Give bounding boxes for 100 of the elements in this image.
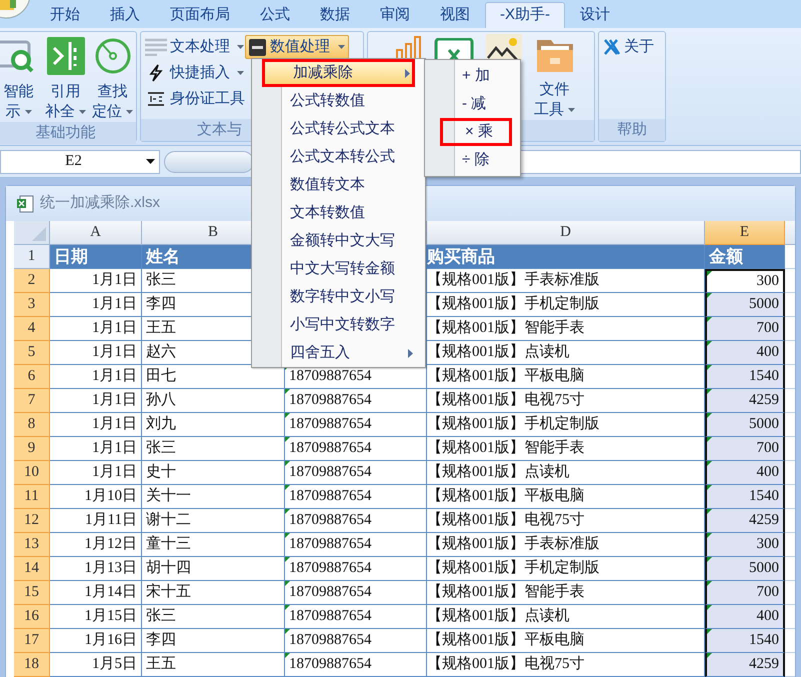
menu-item[interactable]: 加减乘除 — [262, 59, 415, 87]
ribbon-tab[interactable]: 设计 — [565, 2, 625, 28]
table-cell: 王五 — [142, 653, 285, 677]
table-cell: 金额 — [705, 245, 785, 269]
row-header[interactable]: 17 — [14, 629, 50, 653]
row-header[interactable]: 1 — [14, 245, 50, 269]
table-cell: 李四 — [142, 629, 285, 653]
bar-chart-icon — [396, 36, 422, 60]
numeric-menu-button[interactable]: 数值处理 — [245, 35, 349, 59]
table-cell: 【规格001版】智能手表 — [427, 437, 705, 461]
number-icon — [249, 38, 266, 56]
name-box[interactable]: E2 — [0, 150, 160, 174]
ribbon-tab[interactable]: 公式 — [245, 2, 305, 28]
table-cell: 【规格001版】电视75寸 — [427, 389, 705, 413]
row-header[interactable]: 10 — [14, 461, 50, 485]
ribbon-tab[interactable]: 插入 — [95, 2, 155, 28]
table-cell: 1540 — [705, 629, 785, 653]
ribbon-menu-button[interactable]: 快捷插入 — [145, 60, 245, 86]
table-cell: 400 — [705, 605, 785, 629]
row-header[interactable]: 12 — [14, 509, 50, 533]
table-cell: 【规格001版】手机定制版 — [427, 413, 705, 437]
row-header[interactable]: 11 — [14, 485, 50, 509]
ribbon-tab[interactable]: 视图 — [425, 2, 485, 28]
table-cell: 【规格001版】点读机 — [427, 461, 705, 485]
ribbon-tab[interactable]: 数据 — [305, 2, 365, 28]
table-cell: 1月12日 — [50, 533, 142, 557]
table-cell: 【规格001版】手表标准版 — [427, 533, 705, 557]
column-header[interactable] — [785, 221, 795, 245]
table-cell: 史十 — [142, 461, 285, 485]
menu-item[interactable]: 公式文本转公式 — [262, 143, 415, 171]
table-cell: 300 — [705, 269, 785, 293]
row-header[interactable]: 9 — [14, 437, 50, 461]
table-cell: 1月16日 — [50, 629, 142, 653]
table-cell: 4259 — [705, 389, 785, 413]
table-cell-text: 18709887654 — [289, 439, 372, 458]
row-header[interactable]: 16 — [14, 605, 50, 629]
table-cell-text: 18709887654 — [289, 367, 372, 386]
menu-item[interactable]: - 减 — [440, 90, 512, 118]
table-cell: 【规格001版】手机定制版 — [427, 293, 705, 317]
about-button[interactable]: 关于 — [603, 36, 665, 58]
row-header[interactable]: 5 — [14, 341, 50, 365]
row-header[interactable]: 18 — [14, 653, 50, 677]
ribbon-tab[interactable]: 页面布局 — [155, 2, 245, 28]
table-cell: 1月14日 — [50, 581, 142, 605]
dropdown-arrow-icon[interactable] — [146, 159, 155, 164]
menu-item[interactable]: 公式转公式文本 — [262, 115, 415, 143]
row-header[interactable]: 6 — [14, 365, 50, 389]
ribbon-tab[interactable]: -X助手- — [485, 2, 565, 28]
menu-item[interactable]: 公式转数值 — [262, 87, 415, 115]
ribbon-tab[interactable]: 开始 — [35, 2, 95, 28]
table-cell: 【规格001版】电视75寸 — [427, 653, 705, 677]
table-cell: 1月1日 — [50, 413, 142, 437]
function-button[interactable] — [164, 150, 254, 172]
table-cell: 5000 — [705, 557, 785, 581]
table-cell: 田七 — [142, 365, 285, 389]
row-header[interactable]: 2 — [14, 269, 50, 293]
column-header[interactable]: A — [50, 221, 142, 245]
menu-item[interactable]: 数值转文本 — [262, 171, 415, 199]
menu-item[interactable]: × 乘 — [440, 118, 512, 146]
group-label: 帮助 — [599, 119, 665, 141]
column-header[interactable]: E — [705, 221, 785, 245]
table-cell: 购买商品 — [427, 245, 705, 269]
row-header[interactable]: 14 — [14, 557, 50, 581]
table-cell: 日期 — [50, 245, 142, 269]
ribbon-tab[interactable]: 审阅 — [365, 2, 425, 28]
menu-item[interactable]: ÷ 除 — [440, 146, 512, 174]
column-header[interactable]: D — [427, 221, 705, 245]
table-cell-text: 18709887654 — [289, 487, 372, 506]
table-cell-text: 18709887654 — [289, 583, 372, 602]
image-icon — [486, 34, 522, 60]
table-cell: 1月1日 — [50, 461, 142, 485]
row-header[interactable]: 7 — [14, 389, 50, 413]
row-header[interactable]: 4 — [14, 317, 50, 341]
table-cell: 【规格001版】智能手表 — [427, 581, 705, 605]
ribbon-button[interactable]: 查找 定位 — [90, 36, 136, 122]
lightning-icon — [149, 64, 163, 82]
group-label: 文本与 — [197, 120, 242, 140]
id-card-icon — [147, 91, 165, 107]
table-cell: 【规格001版】手机定制版 — [427, 557, 705, 581]
table-cell: 胡十四 — [142, 557, 285, 581]
row-header[interactable]: 8 — [14, 413, 50, 437]
table-cell-text: 18709887654 — [289, 415, 372, 434]
table-cell: 孙八 — [142, 389, 285, 413]
workbook-title: 统一加减乘除.xlsx — [40, 193, 160, 214]
row-header[interactable]: 13 — [14, 533, 50, 557]
table-cell: 1月1日 — [50, 365, 142, 389]
table-cell: 4259 — [705, 653, 785, 677]
table-cell: 童十三 — [142, 533, 285, 557]
table-cell: 5000 — [705, 413, 785, 437]
ribbon-menu-button[interactable]: 文本处理 — [145, 34, 245, 60]
file-tools-button[interactable]: 文件 工具 — [534, 34, 575, 120]
ribbon-button[interactable]: 引用 补全 — [42, 36, 88, 122]
ribbon-menu-button[interactable]: 身份证工具 — [145, 86, 245, 112]
ribbon-button[interactable]: 智能 示 — [0, 36, 42, 122]
table-cell: 1月11日 — [50, 509, 142, 533]
menu-item[interactable]: + 加 — [440, 62, 512, 90]
table-cell: 1月10日 — [50, 485, 142, 509]
row-header[interactable]: 15 — [14, 581, 50, 605]
row-header[interactable]: 3 — [14, 293, 50, 317]
table-cell: 【规格001版】点读机 — [427, 605, 705, 629]
